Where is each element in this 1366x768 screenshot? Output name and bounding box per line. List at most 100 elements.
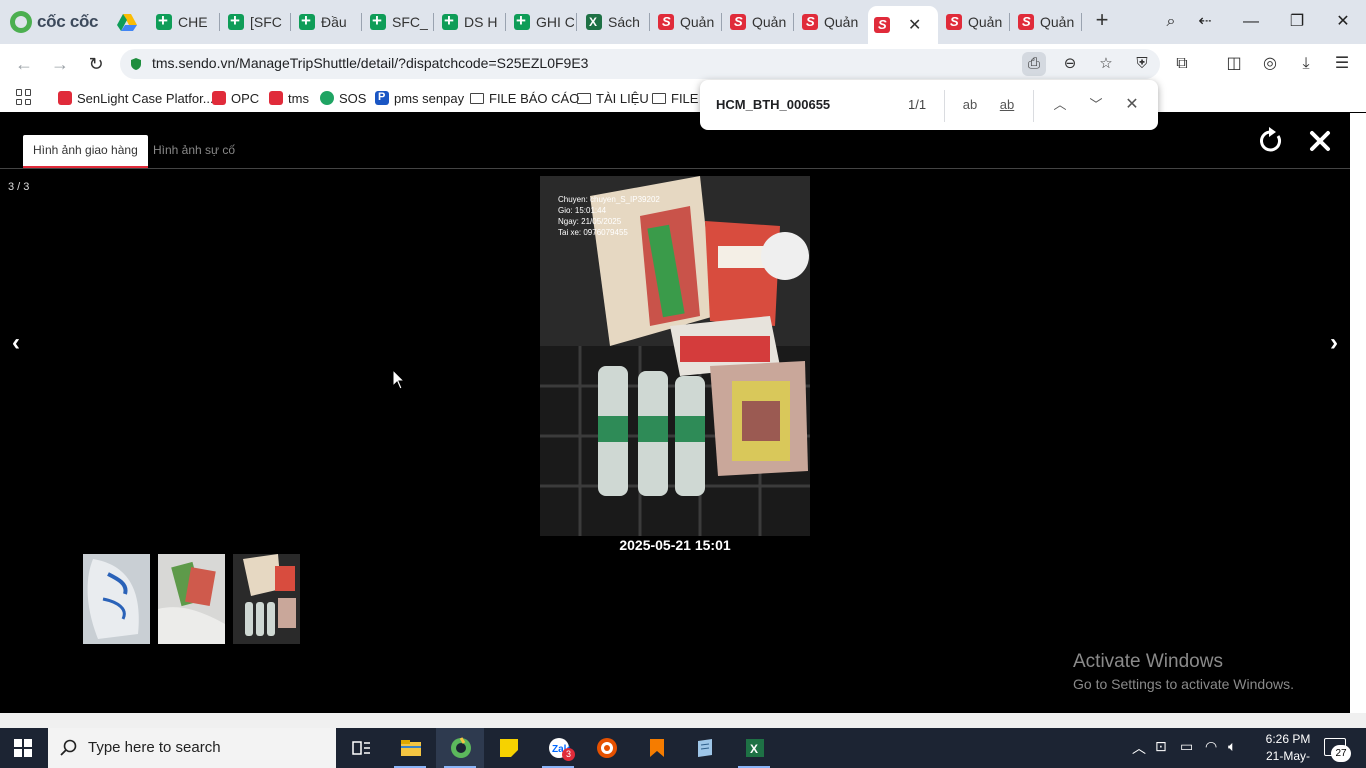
browser-tab-13[interactable]: Quản — [1012, 6, 1078, 38]
browser-brand[interactable]: cốc cốc — [10, 9, 99, 35]
close-viewer-icon[interactable] — [1304, 125, 1336, 157]
back-arrow-icon[interactable]: ← — [12, 52, 36, 76]
browser-tab-9[interactable]: Quản — [724, 6, 790, 38]
tab-title: DS H — [464, 14, 498, 30]
thumbnail-2[interactable] — [158, 554, 225, 644]
browser-tab-6[interactable]: GHI C — [508, 6, 574, 38]
shield-icon[interactable]: ⛨ — [1130, 52, 1154, 76]
taskbar-clock[interactable]: 6:26 PM 21-May-25 — [1262, 731, 1314, 768]
browser-tab-7[interactable]: Sách — [580, 6, 646, 38]
sendo-icon — [874, 17, 890, 33]
zalo-icon[interactable]: Zalo 3 — [534, 728, 582, 768]
sheets-icon — [299, 11, 315, 31]
close-tab-icon[interactable]: ✕ — [908, 15, 921, 35]
taskbar-search-box[interactable]: Type here to search — [48, 728, 336, 768]
profile-icon[interactable]: ◎ — [1258, 52, 1282, 76]
taskbar-search-placeholder: Type here to search — [88, 739, 221, 756]
restore-icon[interactable]: ❐ — [1284, 10, 1310, 34]
tab-separator — [361, 13, 362, 31]
photo-overlay-date: Ngay: 21/05/2025 — [558, 217, 622, 226]
bookmark-senlight[interactable]: SenLight Case Platfor... — [58, 88, 214, 108]
next-match-chevron-down-icon[interactable]: ﹀ — [1084, 93, 1108, 117]
thumbnail-1[interactable] — [83, 554, 150, 644]
previous-image-arrow-icon[interactable]: ‹ — [6, 329, 26, 357]
bookmark-star-icon[interactable]: ☆ — [1094, 52, 1118, 76]
bookmark-tms[interactable]: tms — [269, 88, 309, 108]
tab-title: Quản — [752, 14, 787, 30]
file-explorer-icon[interactable] — [386, 728, 434, 768]
find-query-input[interactable]: HCM_BTH_000655 — [716, 97, 830, 112]
excel-taskbar-icon[interactable]: X — [730, 728, 778, 768]
next-image-arrow-icon[interactable]: › — [1324, 329, 1344, 357]
close-window-icon[interactable]: ✕ — [1330, 10, 1356, 34]
browser-tab-8[interactable]: Quản — [652, 6, 718, 38]
tab-title: [SFC — [250, 14, 282, 30]
browser-tab-5[interactable]: DS H — [436, 6, 502, 38]
volume-icon[interactable]: 🔈︎ — [1228, 738, 1236, 755]
show-hidden-icons-chevron-icon[interactable]: ︿ — [1132, 738, 1146, 758]
tab-incident-images[interactable]: Hình ảnh sự cố — [143, 135, 245, 168]
google-drive-icon[interactable] — [116, 11, 138, 33]
bookmark-label: FILE BÁO CÁO — [489, 90, 580, 106]
download-icon[interactable]: ⤓ — [1294, 52, 1318, 76]
wifi-icon[interactable]: ◠ — [1205, 738, 1217, 755]
ultraviewer-icon[interactable] — [582, 728, 630, 768]
new-tab-plus-icon[interactable]: + — [1090, 9, 1114, 33]
apps-grid-icon[interactable] — [16, 89, 32, 105]
tab-separator — [290, 13, 291, 31]
network-drive-icon[interactable]: ⊡ — [1155, 738, 1167, 755]
browser-tab-4[interactable]: SFC_ — [364, 6, 430, 38]
activate-windows-hint: Go to Settings to activate Windows. — [1073, 676, 1294, 692]
browser-tab-3[interactable]: Đầu — [293, 6, 359, 38]
notepad-icon[interactable] — [680, 728, 728, 768]
bookmark-folder-file-bao-cao[interactable]: FILE BÁO CÁO — [470, 88, 579, 108]
main-delivery-photo: Chuyen: chuyen_S_IP39202 Gio: 15:01:44 N… — [540, 176, 810, 536]
sheets-icon — [156, 11, 172, 31]
find-in-page-bar: HCM_BTH_000655 1/1 ab ab ︿ ﹀ ✕ — [700, 80, 1158, 130]
foxit-reader-icon[interactable] — [632, 728, 680, 768]
sticky-notes-icon[interactable] — [484, 728, 532, 768]
find-divider — [1033, 90, 1034, 122]
zoom-out-icon[interactable]: ⊖ — [1058, 52, 1082, 76]
tab-title: GHI C — [536, 14, 574, 30]
page-scrollbar[interactable] — [1350, 113, 1366, 713]
image-counter: 3 / 3 — [8, 181, 30, 193]
windows-start-icon[interactable] — [14, 739, 32, 757]
bookmark-label: SOS — [339, 90, 367, 106]
bookmark-folder-tai-lieu[interactable]: TÀI LIỆU — [577, 88, 649, 108]
battery-icon[interactable]: ▭ — [1180, 738, 1193, 755]
tab-search-icon[interactable]: ⌕ — [1158, 10, 1184, 34]
bookmark-sos[interactable]: SOS — [320, 88, 366, 108]
browser-tab-active[interactable]: ✕ — [868, 6, 938, 44]
whole-word-toggle[interactable]: ab — [995, 93, 1019, 117]
minimize-icon[interactable]: — — [1238, 10, 1264, 34]
rotate-icon[interactable] — [1255, 125, 1287, 157]
task-view-icon[interactable] — [336, 728, 384, 768]
extensions-icon[interactable]: ⧉ — [1170, 52, 1194, 76]
previous-match-chevron-up-icon[interactable]: ︿ — [1048, 93, 1072, 117]
address-bar[interactable]: tms.sendo.vn/ManageTripShuttle/detail/?d… — [120, 49, 1160, 79]
thumbnail-3-selected[interactable] — [233, 554, 300, 644]
sendo-icon — [658, 14, 674, 30]
forward-arrow-icon[interactable]: → — [48, 52, 72, 76]
bookmark-opc[interactable]: OPC — [212, 88, 259, 108]
tab-title: Quản — [824, 14, 859, 30]
browser-tab-2[interactable]: [SFC — [222, 6, 288, 38]
browser-tab-10[interactable]: Quản — [796, 6, 862, 38]
reload-icon[interactable]: ↻ — [84, 52, 108, 76]
tab-delivery-images[interactable]: Hình ảnh giao hàng — [23, 135, 148, 168]
tab-title: Đầu — [321, 14, 347, 30]
match-case-toggle[interactable]: ab — [958, 93, 982, 117]
browser-tab-12[interactable]: Quản — [940, 6, 1006, 38]
url-text[interactable]: tms.sendo.vn/ManageTripShuttle/detail/?d… — [152, 55, 588, 71]
browser-brand-label: cốc cốc — [37, 12, 99, 31]
side-panel-icon[interactable]: ◫ — [1222, 52, 1246, 76]
bookmark-pms-senpay[interactable]: pms senpay — [375, 88, 464, 108]
back-history-icon[interactable]: ⇠ — [1192, 10, 1218, 34]
coccoc-browser-icon[interactable] — [436, 728, 484, 768]
browser-tab-1[interactable]: CHE — [150, 6, 216, 38]
secure-lock-icon — [131, 58, 141, 70]
find-in-page-icon[interactable]: ⎙ — [1022, 52, 1046, 76]
menu-icon[interactable]: ☰ — [1330, 52, 1354, 76]
close-find-icon[interactable]: ✕ — [1120, 93, 1144, 117]
